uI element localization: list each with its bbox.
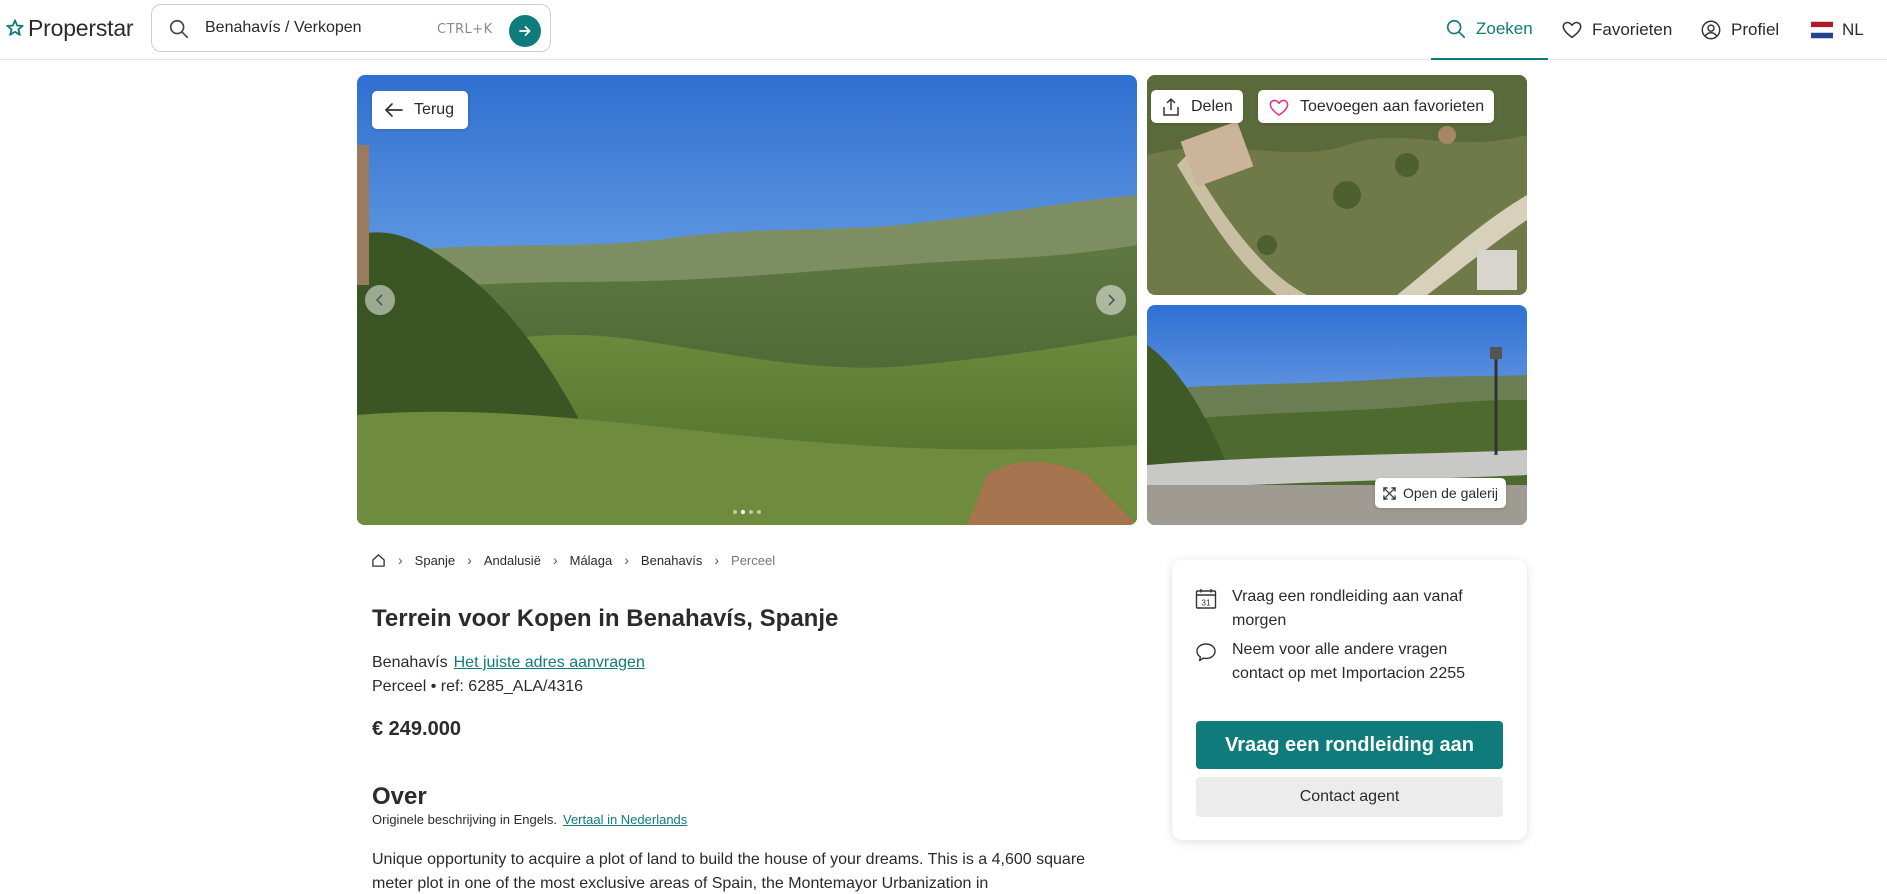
listing-reference: Perceel • ref: 6285_ALA/4316 bbox=[372, 678, 584, 695]
original-description-note: Originele beschrijving in Engels. Vertaal… bbox=[372, 812, 687, 827]
nav-profile[interactable]: Profiel bbox=[1700, 0, 1779, 60]
nav-profile-label: Profiel bbox=[1731, 20, 1780, 39]
nav-search[interactable]: Zoeken bbox=[1431, 0, 1548, 60]
breadcrumb-country[interactable]: Spanje bbox=[415, 553, 455, 568]
nav-favorites-label: Favorieten bbox=[1592, 20, 1673, 39]
listing-location: Benahavís Het juiste adres aanvragen bbox=[372, 654, 645, 672]
contact-agent-button[interactable]: Contact agent bbox=[1196, 777, 1503, 817]
contact-card: 31 Vraag een rondleiding aan vanaf morge… bbox=[1172, 560, 1527, 840]
previous-photo-button[interactable] bbox=[365, 285, 395, 315]
request-tour-button[interactable]: Vraag een rondleiding aan bbox=[1196, 721, 1503, 769]
tour-info-row: 31 Vraag een rondleiding aan vanaf morge… bbox=[1194, 585, 1494, 633]
about-heading: Over bbox=[372, 783, 427, 810]
questions-info-text: Neem voor alle andere vragen contact op … bbox=[1232, 641, 1466, 682]
chevron-right-icon: › bbox=[624, 552, 629, 568]
share-icon bbox=[1163, 97, 1179, 116]
heart-icon bbox=[1562, 21, 1582, 39]
chevron-left-icon bbox=[375, 294, 383, 306]
expand-icon bbox=[1383, 486, 1396, 500]
user-circle-icon bbox=[1701, 20, 1721, 40]
share-button[interactable]: Delen bbox=[1151, 90, 1243, 123]
share-label: Delen bbox=[1191, 97, 1233, 115]
listing-price: € 249.000 bbox=[372, 718, 461, 740]
road-view-thumbnail[interactable]: Open de galerij bbox=[1147, 305, 1527, 525]
open-gallery-label: Open de galerij bbox=[1403, 485, 1498, 501]
chevron-right-icon: › bbox=[714, 552, 720, 568]
chevron-right-icon: › bbox=[398, 552, 403, 568]
properstar-logo[interactable]: Properstar bbox=[6, 14, 134, 42]
original-language-text: Originele beschrijving in Engels. bbox=[372, 812, 557, 827]
open-gallery-button[interactable]: Open de galerij bbox=[1375, 478, 1506, 508]
chevron-right-icon: › bbox=[467, 552, 472, 568]
nav-search-label: Zoeken bbox=[1476, 19, 1533, 38]
calendar-icon: 31 bbox=[1195, 589, 1217, 609]
add-to-favorites-button[interactable]: Toevoegen aan favorieten bbox=[1258, 90, 1495, 123]
breadcrumb-province[interactable]: Málaga bbox=[570, 553, 613, 568]
nav-favorites[interactable]: Favorieten bbox=[1561, 0, 1672, 60]
main-photo[interactable]: Terug bbox=[357, 75, 1137, 525]
search-icon bbox=[1446, 19, 1466, 39]
star-logo-icon bbox=[6, 19, 24, 36]
next-photo-button[interactable] bbox=[1096, 285, 1126, 315]
search-go-button[interactable] bbox=[509, 15, 541, 47]
location-text: Benahavís bbox=[372, 654, 448, 671]
aerial-photo-thumbnail[interactable]: Delen Toevoegen aan favorieten bbox=[1147, 75, 1527, 295]
search-query[interactable]: Benahavís / Verkopen bbox=[205, 19, 362, 37]
questions-info-row: Neem voor alle andere vragen contact op … bbox=[1194, 638, 1494, 686]
add-to-favorites-label: Toevoegen aan favorieten bbox=[1300, 97, 1485, 115]
translate-link[interactable]: Vertaal in Nederlands bbox=[563, 812, 687, 827]
pagination-dot[interactable] bbox=[741, 510, 745, 514]
chat-bubble-icon bbox=[1196, 643, 1216, 662]
chevron-right-icon: › bbox=[552, 552, 558, 568]
listing-title: Terrein voor Kopen in Benahavís, Spanje bbox=[372, 605, 839, 632]
breadcrumb: › Spanje › Andalusië › Málaga › Benahaví… bbox=[371, 552, 775, 568]
pagination-dot[interactable] bbox=[733, 510, 737, 514]
calendar-day: 31 bbox=[1201, 598, 1211, 608]
landscape-photo bbox=[357, 75, 1137, 525]
top-header: Properstar Benahavís / Verkopen CTRL+K Z… bbox=[0, 0, 1887, 60]
arrow-right-icon bbox=[519, 26, 531, 36]
search-shortcut: CTRL+K bbox=[437, 22, 493, 37]
search-bar[interactable]: Benahavís / Verkopen CTRL+K bbox=[151, 4, 551, 52]
request-address-link[interactable]: Het juiste adres aanvragen bbox=[454, 654, 645, 671]
tour-info-text: Vraag een rondleiding aan vanaf morgen bbox=[1232, 588, 1463, 629]
listing-description: Unique opportunity to acquire a plot of … bbox=[372, 851, 1086, 892]
language-selector[interactable]: NL bbox=[1811, 0, 1864, 60]
search-icon bbox=[169, 19, 189, 39]
back-label: Terug bbox=[414, 101, 455, 118]
photo-pagination-dots bbox=[733, 510, 761, 514]
arrow-left-icon bbox=[385, 103, 403, 117]
brand-name: Properstar bbox=[28, 14, 134, 41]
netherlands-flag-icon bbox=[1811, 21, 1833, 39]
breadcrumb-region[interactable]: Andalusië bbox=[484, 553, 541, 568]
pagination-dot[interactable] bbox=[749, 510, 753, 514]
breadcrumb-current: Perceel bbox=[731, 552, 776, 568]
pagination-dot[interactable] bbox=[757, 510, 761, 514]
back-button[interactable]: Terug bbox=[372, 91, 469, 129]
language-label: NL bbox=[1842, 20, 1864, 39]
heart-icon bbox=[1269, 99, 1289, 116]
chevron-right-icon bbox=[1108, 294, 1116, 306]
breadcrumb-city[interactable]: Benahavís bbox=[641, 553, 702, 568]
home-icon[interactable] bbox=[371, 553, 386, 568]
